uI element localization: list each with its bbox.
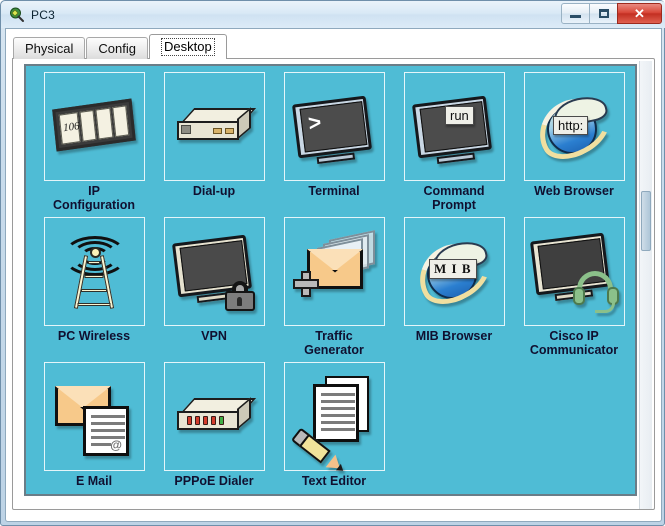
desktop-item-dial-up[interactable]: Dial-up [154,72,274,217]
close-button[interactable]: ✕ [617,3,662,24]
minimize-button[interactable] [561,3,590,24]
desktop-item-e-mail[interactable]: @ E Mail [34,362,154,494]
desktop-item-vpn[interactable]: VPN [154,217,274,362]
desktop-item-pc-wireless[interactable]: PC Wireless [34,217,154,362]
traffic-generator-icon [291,229,377,315]
close-icon: ✕ [634,5,645,21]
desktop-item-mib-browser[interactable]: M I B MIB Browser [394,217,514,362]
padlock-icon [225,280,255,311]
tab-desktop-label: Desktop [161,38,215,56]
pc-desktop-window: PC3 ✕ Physical Config Desktop 106 IP Con… [0,0,665,526]
title-bar: PC3 ✕ [1,1,665,28]
desktop-item-label: VPN [201,329,227,343]
desktop-item-label: Text Editor [301,474,367,488]
mib-browser-icon: M I B [408,229,498,315]
tab-desktop[interactable]: Desktop [149,34,227,59]
desktop-item-label: Web Browser [534,184,614,198]
desktop-item-label: Terminal [308,184,360,198]
icon-box[interactable] [283,217,385,326]
cisco-ip-communicator-icon [529,229,619,317]
maximize-icon [598,9,609,18]
terminal-icon: > [291,84,377,170]
icon-box[interactable] [163,72,265,181]
pc-wireless-icon [51,229,137,315]
desktop-icon-grid: IP Configuration [34,72,634,494]
terminal-prompt-glyph: > [306,108,323,136]
desktop-item-text-editor[interactable]: Text Editor [274,362,394,494]
desktop-item-label: PC Wireless [57,329,131,343]
icon-box[interactable] [283,362,385,475]
desktop-tab-panel: IP Configuration [12,58,655,510]
tab-bar: Physical Config Desktop [13,34,654,59]
desktop-item-label: Cisco IP Communicator [529,329,619,357]
vpn-icon [171,229,257,315]
text-editor-icon [290,374,377,475]
desktop-item-label: Command Prompt [423,184,485,212]
web-browser-icon: http: [528,84,618,170]
maximize-button[interactable] [589,3,618,24]
window-controls: ✕ [561,3,662,24]
icon-box[interactable] [43,217,145,326]
mib-tag: M I B [429,258,477,279]
tab-config[interactable]: Config [86,37,148,59]
icon-box[interactable] [43,72,145,181]
desktop-item-label: E Mail [75,474,113,488]
desktop-item-traffic-generator[interactable]: Traffic Generator [274,217,394,362]
desktop-item-label: MIB Browser [415,329,493,343]
icon-box[interactable] [163,217,265,326]
command-prompt-run-tag: run [445,105,474,125]
desktop-item-label: PPPoE Dialer [174,474,254,488]
icon-box[interactable] [163,362,265,471]
icon-box[interactable]: M I B [403,217,505,326]
scrollbar-thumb[interactable] [641,191,651,251]
desktop-item-terminal[interactable]: > Terminal [274,72,394,217]
window-title: PC3 [31,7,55,22]
desktop-item-pppoe-dialer[interactable]: PPPoE Dialer [154,362,274,494]
desktop-item-cisco-ip-communicator[interactable]: Cisco IP Communicator [514,217,634,362]
tab-physical[interactable]: Physical [13,37,86,59]
packet-tracer-icon [9,7,25,23]
ip-configuration-icon [51,84,137,170]
icon-box[interactable]: > [283,72,385,181]
desktop-item-label: Dial-up [192,184,236,198]
http-tag: http: [553,115,589,135]
desktop-applications-board: IP Configuration [24,64,637,496]
pppoe-dialer-icon [171,374,257,460]
vertical-scrollbar[interactable] [639,61,652,509]
icon-box[interactable]: http: [523,72,625,181]
desktop-item-web-browser[interactable]: http: Web Browser [514,72,634,217]
icon-box[interactable]: run [403,72,505,181]
desktop-item-ip-configuration[interactable]: IP Configuration [34,72,154,217]
icon-box[interactable] [523,217,625,326]
dial-up-modem-icon [171,84,257,170]
headset-icon [573,270,619,317]
command-prompt-icon: run [411,84,497,170]
desktop-item-label: IP Configuration [53,184,135,212]
minimize-icon [570,15,581,18]
tab-config-label: Config [98,41,136,56]
at-symbol: @ [110,437,122,452]
desktop-item-label: Traffic Generator [304,329,364,357]
icon-box[interactable]: @ [43,362,145,471]
email-icon: @ [51,374,137,460]
desktop-item-command-prompt[interactable]: run Command Prompt [394,72,514,217]
tab-physical-label: Physical [25,41,74,56]
